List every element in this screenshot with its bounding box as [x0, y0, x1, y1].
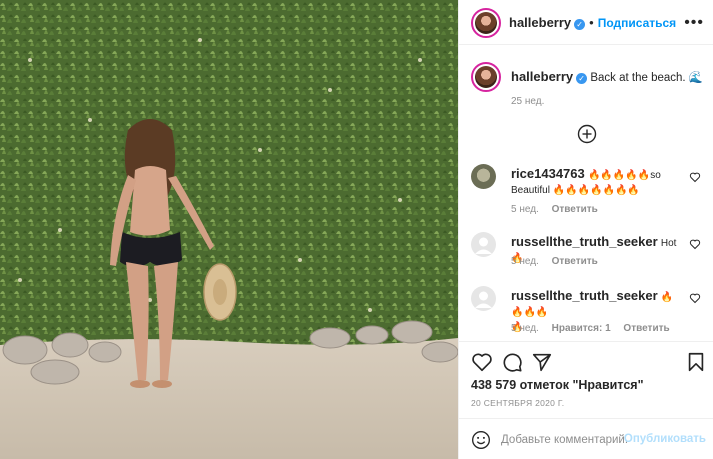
- comment-text: 🔥🔥🔥🔥🔥so: [587, 170, 661, 181]
- default-avatar-icon: [475, 291, 492, 308]
- comment-item: rice1434763 🔥🔥🔥🔥🔥so Beautiful 🔥🔥🔥🔥🔥🔥🔥 5 …: [471, 164, 701, 216]
- comment-likes-count[interactable]: Нравится: 1: [552, 323, 611, 334]
- verified-badge-icon: ✓: [574, 19, 586, 30]
- caption-row: halleberry ✓ Back at the beach. 🌊 25 нед.: [471, 62, 704, 112]
- like-heart-icon[interactable]: [471, 351, 493, 373]
- caption-timestamp: 25 нед.: [511, 96, 545, 107]
- post-side-panel: halleberry ✓ • Подписаться ••• halleberry ✓ …: [458, 0, 713, 459]
- author-avatar[interactable]: [471, 8, 501, 38]
- comment-timestamp: 5 нед.: [511, 323, 539, 334]
- commenter-avatar[interactable]: [471, 286, 496, 311]
- caption-text: Back at the beach.: [590, 72, 686, 84]
- caption-author-avatar[interactable]: [471, 62, 501, 92]
- beach-photo-illustration: [0, 0, 458, 459]
- like-comment-heart-icon[interactable]: [689, 171, 701, 183]
- like-comment-heart-icon[interactable]: [689, 292, 701, 304]
- comment-item: russellthe_truth_seeker Hot🔥 5 нед. Отве…: [471, 232, 701, 272]
- comment-timestamp: 5 нед.: [511, 204, 539, 215]
- straw-hat: [203, 263, 237, 321]
- reply-button[interactable]: Ответить: [623, 323, 669, 334]
- comment-timestamp: 5 нед.: [511, 256, 539, 267]
- add-comment-bar: Опубликовать: [459, 418, 713, 459]
- verified-badge-icon: ✓: [576, 73, 588, 84]
- author-line: halleberry ✓ • Подписаться: [509, 15, 676, 30]
- likes-count[interactable]: 438 579 отметок "Нравится": [471, 378, 644, 392]
- save-bookmark-icon[interactable]: [685, 351, 707, 373]
- share-plane-icon[interactable]: [531, 351, 553, 373]
- post-header: halleberry ✓ • Подписаться •••: [459, 0, 713, 45]
- emoji-icon[interactable]: [471, 430, 491, 450]
- author-username[interactable]: halleberry: [509, 15, 571, 30]
- load-more-comments-icon[interactable]: [577, 124, 597, 144]
- commenter-username[interactable]: russellthe_truth_seeker: [511, 288, 658, 303]
- post-date: 20 СЕНТЯБРЯ 2020 Г.: [471, 398, 565, 408]
- commenter-avatar[interactable]: [471, 164, 496, 189]
- comments-list: halleberry ✓ Back at the beach. 🌊 25 нед.…: [459, 46, 713, 341]
- more-options-icon[interactable]: •••: [684, 14, 704, 32]
- follow-button[interactable]: Подписаться: [598, 16, 676, 30]
- caption-author-username[interactable]: halleberry: [511, 69, 573, 84]
- publish-button[interactable]: Опубликовать: [624, 433, 706, 445]
- comment-text-continued: Beautiful 🔥🔥🔥🔥🔥🔥🔥: [511, 185, 640, 196]
- commenter-avatar[interactable]: [471, 232, 496, 257]
- comment-bubble-icon[interactable]: [501, 351, 523, 373]
- commenter-username[interactable]: russellthe_truth_seeker: [511, 234, 658, 249]
- comment-input[interactable]: [501, 432, 629, 448]
- post-actions: 438 579 отметок "Нравится" 20 СЕНТЯБРЯ 2…: [459, 341, 713, 459]
- reply-button[interactable]: Ответить: [552, 256, 598, 267]
- default-avatar-icon: [475, 237, 492, 254]
- comment-item: russellthe_truth_seeker 🔥🔥🔥🔥 🔥 5 нед. Нр…: [471, 286, 701, 338]
- commenter-username[interactable]: rice1434763: [511, 166, 585, 181]
- like-comment-heart-icon[interactable]: [689, 238, 701, 250]
- wave-emoji: 🌊: [688, 72, 704, 84]
- reply-button[interactable]: Ответить: [552, 204, 598, 215]
- post-photo[interactable]: [0, 0, 458, 459]
- separator-dot: •: [589, 15, 594, 30]
